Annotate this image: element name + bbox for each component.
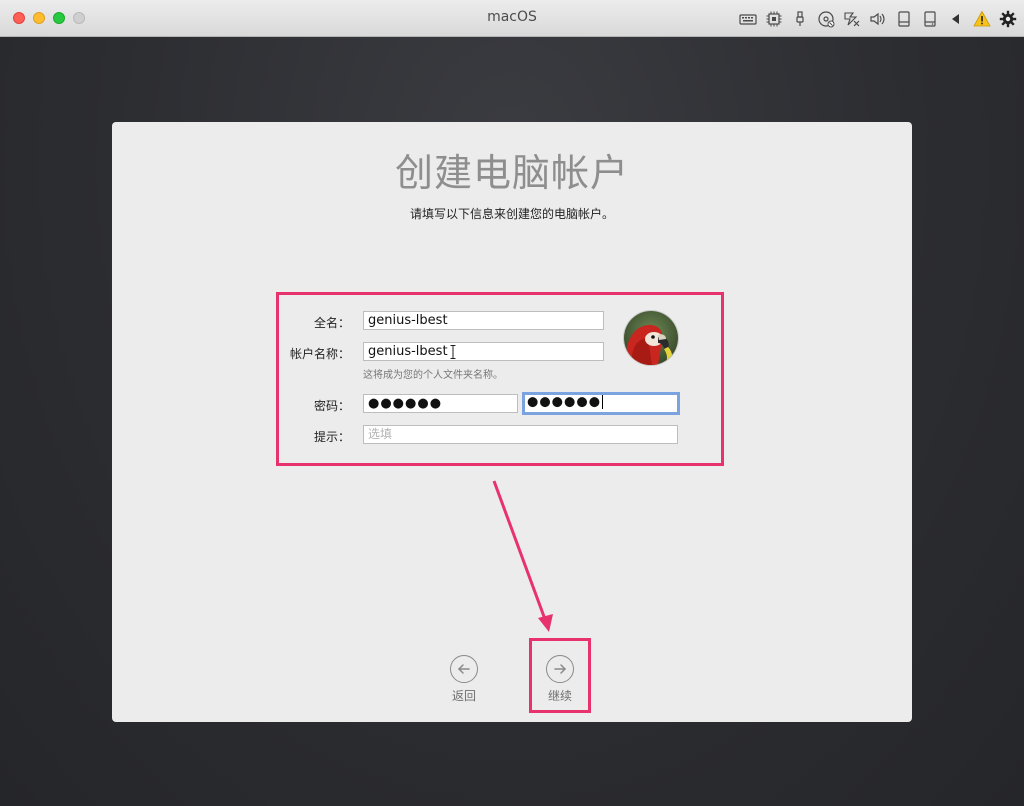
back-arrow-icon: [450, 655, 478, 683]
drive2-icon[interactable]: [920, 9, 940, 29]
window-titlebar: macOS: [0, 0, 1024, 37]
continue-arrow-icon: [546, 655, 574, 683]
continue-label: 继续: [547, 689, 572, 703]
back-label: 返回: [451, 689, 476, 703]
continue-button[interactable]: 继续: [530, 655, 590, 704]
audio-icon[interactable]: [868, 9, 888, 29]
settings-icon[interactable]: [998, 9, 1018, 29]
form-highlight-box: [276, 292, 724, 466]
back-button[interactable]: 返回: [434, 655, 494, 704]
cd-icon[interactable]: [816, 9, 836, 29]
drive-icon[interactable]: [894, 9, 914, 29]
collapse-icon[interactable]: [946, 9, 966, 29]
page-title: 创建电脑帐户: [394, 151, 629, 195]
usb-icon[interactable]: [790, 9, 810, 29]
keyboard-icon[interactable]: [738, 9, 758, 29]
cpu-icon[interactable]: [764, 9, 784, 29]
vm-toolbar: [732, 9, 1018, 29]
page-subtitle: 请填写以下信息来创建您的电脑帐户。: [409, 207, 614, 221]
warning-icon[interactable]: [972, 9, 992, 29]
network-icon[interactable]: [842, 9, 862, 29]
